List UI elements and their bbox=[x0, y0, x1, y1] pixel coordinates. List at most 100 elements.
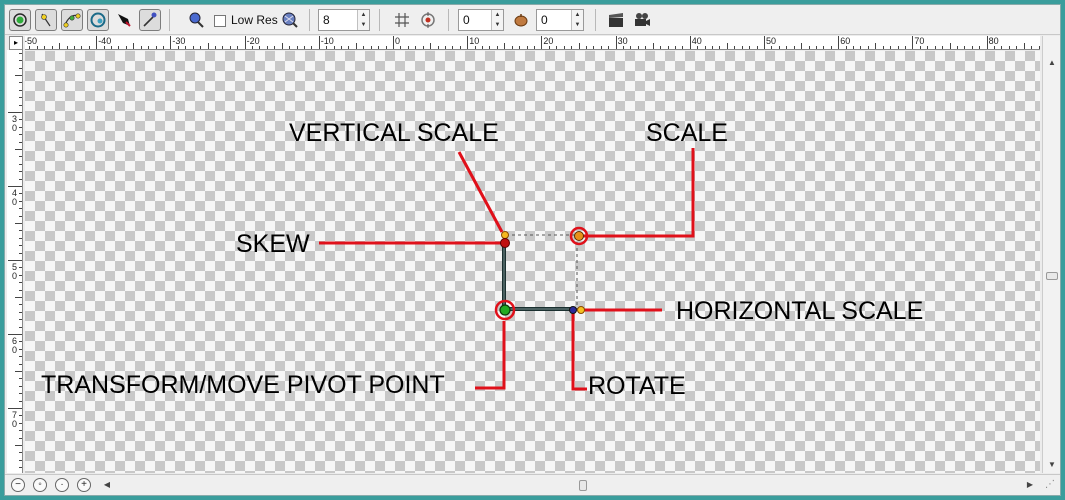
ruler-tick bbox=[229, 46, 231, 49]
resize-grip-icon[interactable]: ⋰ bbox=[1042, 477, 1058, 493]
ruler-tick bbox=[125, 46, 127, 49]
ruler-tick bbox=[19, 126, 22, 128]
rotate-handle[interactable] bbox=[569, 306, 577, 314]
camera-button[interactable] bbox=[631, 9, 653, 31]
onion-skin-button[interactable] bbox=[417, 9, 439, 31]
scroll-down-arrow[interactable]: ▼ bbox=[1045, 458, 1059, 472]
select-tool-button[interactable] bbox=[9, 9, 31, 31]
eyedropper-tool-button[interactable] bbox=[139, 9, 161, 31]
ruler-label: 0 bbox=[395, 36, 401, 46]
horizontal-scale-handle[interactable] bbox=[577, 306, 585, 314]
ruler-tick bbox=[719, 46, 721, 49]
ruler-tick bbox=[252, 46, 254, 49]
ruler-tick bbox=[430, 43, 432, 49]
ruler-tick bbox=[474, 46, 476, 49]
horizontal-scroll-thumb[interactable] bbox=[579, 480, 587, 491]
ruler-tick bbox=[341, 46, 343, 49]
ruler-corner-button[interactable]: ▸ bbox=[9, 36, 23, 50]
grid-toggle-button[interactable] bbox=[391, 9, 413, 31]
ruler-tick bbox=[19, 326, 22, 328]
pivot-point-handle[interactable] bbox=[499, 304, 511, 316]
ruler-tick bbox=[452, 46, 454, 49]
ruler-label: -40 bbox=[98, 36, 112, 46]
point-tool-button[interactable] bbox=[35, 9, 57, 31]
ruler-tick bbox=[556, 46, 558, 49]
ruler-tick bbox=[890, 46, 892, 49]
clapper-button[interactable] bbox=[605, 9, 627, 31]
scale-callout-line bbox=[581, 148, 695, 238]
clapperboard-icon bbox=[609, 13, 623, 27]
scroll-right-arrow[interactable]: ▶ bbox=[1024, 477, 1036, 493]
zoom-fit-icon[interactable]: ◦ bbox=[33, 478, 47, 492]
ruler-tick bbox=[19, 319, 22, 321]
ellipse-tool-button[interactable] bbox=[87, 9, 109, 31]
ruler-label: 60 bbox=[12, 336, 18, 355]
ruler-tick bbox=[19, 363, 22, 365]
zoom-out-icon[interactable]: − bbox=[11, 478, 25, 492]
ruler-tick bbox=[19, 282, 22, 284]
ruler-tick bbox=[19, 193, 22, 195]
ruler-tick bbox=[682, 46, 684, 49]
scale-handle[interactable] bbox=[574, 231, 584, 241]
ruler-tick bbox=[533, 46, 535, 49]
ruler-tick bbox=[422, 46, 424, 49]
skew-handle[interactable] bbox=[500, 238, 510, 248]
vertical-scroll-thumb[interactable] bbox=[1046, 272, 1058, 280]
stepper-arrows[interactable]: ▲ ▼ bbox=[491, 10, 503, 30]
ruler-tick bbox=[311, 46, 313, 49]
transparent-canvas[interactable]: VERTICAL SCALE SCALE SKEW HORIZONTAL SCA… bbox=[25, 51, 1040, 473]
ruler-tick bbox=[318, 36, 320, 49]
zoom-in-icon[interactable]: + bbox=[77, 478, 91, 492]
value-a-stepper[interactable]: 0 ▲ ▼ bbox=[458, 9, 504, 31]
ruler-tick bbox=[19, 252, 22, 254]
ruler-tick bbox=[467, 36, 469, 49]
ruler-tick bbox=[860, 46, 862, 49]
ruler-tick bbox=[897, 46, 899, 49]
vertical-scrollbar[interactable]: ▲ ▼ bbox=[1042, 36, 1060, 473]
ruler-tick bbox=[608, 46, 610, 49]
ruler-tick bbox=[118, 46, 120, 49]
pen-tool-button[interactable] bbox=[113, 9, 135, 31]
ruler-tick bbox=[19, 400, 22, 402]
ruler-tick bbox=[571, 46, 573, 49]
smoothness-stepper[interactable]: 8 ▲ ▼ bbox=[318, 9, 370, 31]
value-b-stepper[interactable]: 0 ▲ ▼ bbox=[536, 9, 584, 31]
scroll-left-arrow[interactable]: ◀ bbox=[101, 477, 113, 493]
onion-button[interactable] bbox=[510, 9, 532, 31]
ruler-tick bbox=[949, 43, 951, 49]
ruler-tick bbox=[459, 46, 461, 49]
vertical-ruler: 30 40 50 60 70 bbox=[7, 50, 23, 473]
ruler-label: -20 bbox=[246, 36, 260, 46]
horizontal-scale-label: HORIZONTAL SCALE bbox=[676, 297, 924, 325]
ruler-tick bbox=[526, 46, 528, 49]
low-res-checkbox[interactable] bbox=[214, 15, 226, 27]
ruler-tick bbox=[19, 104, 22, 106]
zoom-region-button[interactable] bbox=[185, 9, 207, 31]
ruler-tick bbox=[979, 46, 981, 49]
ruler-tick bbox=[385, 46, 387, 49]
ruler-tick bbox=[133, 43, 135, 49]
ruler-tick bbox=[19, 134, 22, 136]
ruler-tick bbox=[289, 46, 291, 49]
render-preview-button[interactable] bbox=[279, 9, 301, 31]
stepper-arrows[interactable]: ▲ ▼ bbox=[357, 10, 369, 30]
ruler-tick bbox=[19, 289, 22, 291]
transform-gizmo[interactable] bbox=[25, 51, 1040, 473]
ruler-tick bbox=[19, 119, 22, 121]
select-circle-icon bbox=[13, 13, 27, 27]
ruler-tick bbox=[19, 97, 22, 99]
editor-panel: Low Res 8 ▲ ▼ 0 ▲ ▼ 0 ▲ ▼ ▸ -50 -40 -30 … bbox=[4, 4, 1061, 496]
ruler-tick bbox=[823, 46, 825, 49]
ruler-tick bbox=[697, 46, 699, 49]
scroll-up-arrow[interactable]: ▲ bbox=[1045, 56, 1059, 70]
ruler-tick bbox=[904, 46, 906, 49]
ruler-tick bbox=[741, 46, 743, 49]
stepper-arrows[interactable]: ▲ ▼ bbox=[571, 10, 583, 30]
bezier-tool-button[interactable] bbox=[61, 9, 83, 31]
zoom-reset-icon[interactable]: · bbox=[55, 478, 69, 492]
horizontal-scrollbar[interactable]: ◀ ▶ bbox=[101, 477, 1036, 493]
ruler-tick bbox=[36, 46, 38, 49]
ruler-tick bbox=[8, 260, 22, 261]
vertical-scale-handle[interactable] bbox=[501, 231, 509, 239]
ruler-tick bbox=[600, 46, 602, 49]
